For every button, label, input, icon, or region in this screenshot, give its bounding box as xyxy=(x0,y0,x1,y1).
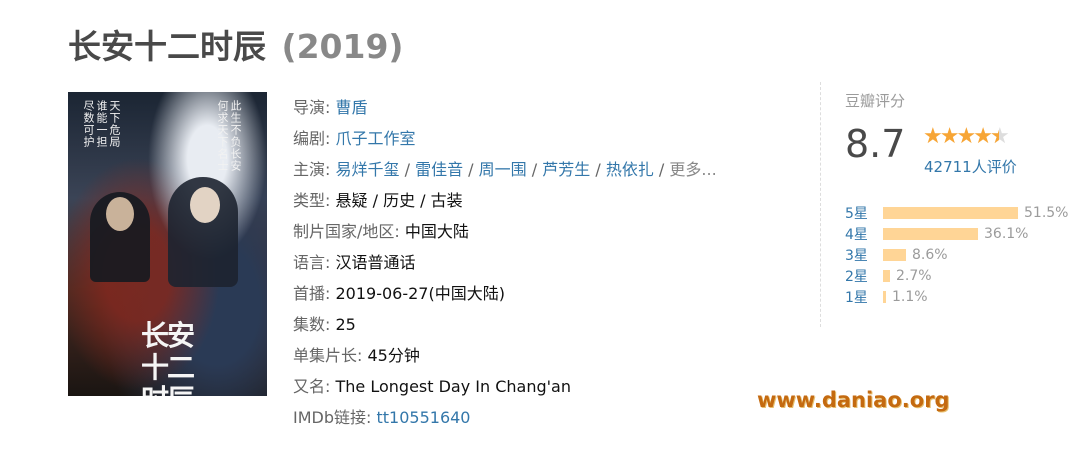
language-value: 汉语普通话 xyxy=(335,253,416,272)
rating-bar xyxy=(883,227,978,240)
aka-value: The Longest Day In Chang'an xyxy=(335,377,571,396)
rating-bar xyxy=(883,206,1018,219)
poster-face-right xyxy=(190,187,220,223)
director-link[interactable]: 曹盾 xyxy=(336,98,368,117)
rating-bar-row: 3星 8.6% xyxy=(845,244,1068,265)
imdb-row: IMDb链接: tt10551640 xyxy=(293,408,471,427)
rating-bar-row: 1星 1.1% xyxy=(845,286,1068,307)
rating-bar xyxy=(883,290,886,303)
episodes-row: 集数: 25 xyxy=(293,315,356,334)
info-panel: 导演: 曹盾 编剧: 爪子工作室 主演: 易烊千玺 / 雷佳音 / 周一围 / … xyxy=(293,92,717,433)
cast-more-link[interactable]: 更多... xyxy=(669,160,716,179)
genre-label: 类型 xyxy=(293,191,326,210)
director-label: 导演 xyxy=(293,98,326,117)
cast-link[interactable]: 芦芳生 xyxy=(542,160,590,179)
language-label: 语言 xyxy=(293,253,326,272)
rating-bar-row: 5星 51.5% xyxy=(845,202,1068,223)
premiere-label: 首播 xyxy=(293,284,326,303)
writer-link[interactable]: 爪子工作室 xyxy=(336,129,416,148)
genre-row: 类型: 悬疑 / 历史 / 古装 xyxy=(293,191,463,210)
rating-bar xyxy=(883,269,890,282)
rating-star-label: 5星 xyxy=(845,205,868,222)
rating-bar-row: 2星 2.7% xyxy=(845,265,1068,286)
cast-link[interactable]: 热依扎 xyxy=(606,160,654,179)
rating-bar-row: 4星 36.1% xyxy=(845,223,1068,244)
premiere-value: 2019-06-27(中国大陆) xyxy=(335,284,505,303)
genre-value: 悬疑 xyxy=(335,191,368,210)
cast-link[interactable]: 周一围 xyxy=(479,160,527,179)
watermark-text: www.daniao.org xyxy=(757,388,950,412)
poster-right-calligraphy: 此生不负长安 何求天下名士 xyxy=(216,100,242,172)
cast-row: 主演: 易烊千玺 / 雷佳音 / 周一围 / 芦芳生 / 热依扎 / 更多... xyxy=(293,160,717,179)
runtime-row: 单集片长: 45分钟 xyxy=(293,346,420,365)
cast-link[interactable]: 雷佳音 xyxy=(415,160,463,179)
star-icon: ★ xyxy=(973,124,993,149)
aka-label: 又名 xyxy=(293,377,326,396)
rating-bar xyxy=(883,248,906,261)
rating-percent: 36.1% xyxy=(984,225,1029,242)
writer-label: 编剧 xyxy=(293,129,326,148)
runtime-label: 单集片长 xyxy=(293,346,358,365)
rating-percent: 51.5% xyxy=(1024,204,1069,221)
runtime-value: 45分钟 xyxy=(367,346,420,365)
cast-link[interactable]: 易烊千玺 xyxy=(336,160,400,179)
director-row: 导演: 曹盾 xyxy=(293,98,368,117)
episodes-label: 集数 xyxy=(293,315,326,334)
rating-label: 豆瓣评分 xyxy=(845,92,906,110)
rating-stars: ★★★★★ xyxy=(923,124,1010,149)
episodes-value: 25 xyxy=(335,315,356,334)
imdb-link[interactable]: tt10551640 xyxy=(377,408,471,427)
cast-label: 主演 xyxy=(293,160,326,179)
star-icon: ★ xyxy=(923,124,943,149)
poster-face-left xyxy=(106,197,134,231)
title-name: 长安十二时辰 xyxy=(68,27,266,66)
page-title: 长安十二时辰 (2019) xyxy=(68,20,404,68)
language-row: 语言: 汉语普通话 xyxy=(293,253,416,272)
poster-image[interactable]: 天下危局谁能一担尽数可护 此生不负长安何求天下名士 长安十二时辰 xyxy=(68,92,267,396)
country-value: 中国大陆 xyxy=(404,222,469,241)
rating-star-label: 4星 xyxy=(845,226,868,243)
aka-row: 又名: The Longest Day In Chang'an xyxy=(293,377,571,396)
star-icon: ★ xyxy=(956,124,976,149)
title-year: (2019) xyxy=(281,27,404,66)
half-star-icon: ★ xyxy=(990,124,1010,149)
rating-count-link[interactable]: 42711人评价 xyxy=(924,156,1017,177)
poster-left-calligraphy: 天下危局 谁能一担 尽数可护 xyxy=(82,100,121,148)
rating-percent: 8.6% xyxy=(912,246,948,263)
imdb-label: IMDb链接 xyxy=(293,408,367,427)
writer-row: 编剧: 爪子工作室 xyxy=(293,129,416,148)
premiere-row: 首播: 2019-06-27(中国大陆) xyxy=(293,284,505,303)
rating-star-label: 1星 xyxy=(845,289,868,306)
rating-percent: 1.1% xyxy=(892,288,928,305)
rating-star-label: 2星 xyxy=(845,268,868,285)
rating-star-label: 3星 xyxy=(845,247,868,264)
star-icon: ★ xyxy=(939,124,960,149)
country-label: 制片国家/地区 xyxy=(293,222,395,241)
rating-distribution: 5星 51.5% 4星 36.1% 3星 8.6% 2星 2.7% 1星 1.1… xyxy=(845,202,1068,307)
genre-value: 古装 xyxy=(430,191,463,210)
country-row: 制片国家/地区: 中国大陆 xyxy=(293,222,469,241)
rating-panel: 豆瓣评分 8.7 ★★★★★ 42711人评价 5星 51.5% 4星 36.1… xyxy=(820,82,1068,327)
poster-logo: 长安十二时辰 xyxy=(140,319,195,397)
rating-percent: 2.7% xyxy=(896,267,932,284)
rating-score: 8.7 xyxy=(845,122,906,166)
genre-value: 历史 xyxy=(383,191,416,210)
